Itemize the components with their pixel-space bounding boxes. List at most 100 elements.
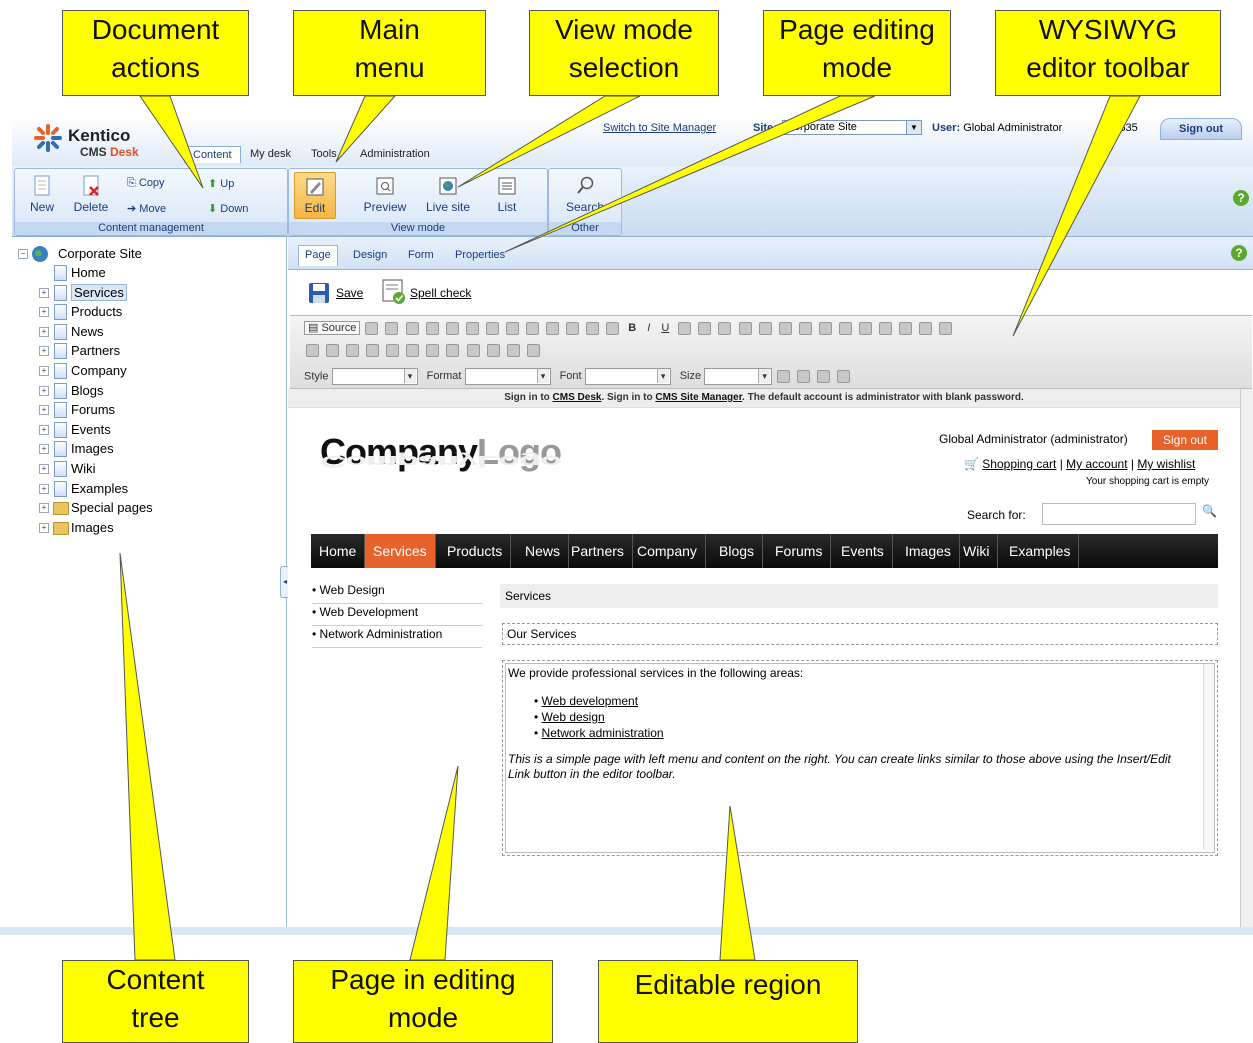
expand-icon[interactable]: + <box>39 366 49 376</box>
link-icon[interactable] <box>899 321 913 335</box>
size-select[interactable] <box>704 368 773 385</box>
format-select[interactable] <box>464 368 551 385</box>
tab-properties[interactable]: Properties <box>455 249 505 261</box>
remove-format-icon[interactable] <box>606 321 620 335</box>
new-button[interactable]: New <box>25 175 59 214</box>
indent-icon[interactable] <box>798 321 812 335</box>
tab-tools[interactable]: Tools <box>311 148 337 160</box>
cut-icon[interactable] <box>385 321 399 335</box>
tab-page[interactable]: Page <box>298 245 338 266</box>
horizontal-rule-icon[interactable] <box>366 344 380 357</box>
site-search-input[interactable] <box>1042 503 1196 525</box>
youtube-icon[interactable] <box>526 344 540 357</box>
collapse-icon[interactable]: − <box>18 249 28 259</box>
editable-region-title[interactable]: Our Services <box>502 623 1218 645</box>
expand-icon[interactable]: + <box>39 307 49 318</box>
print-icon[interactable] <box>485 321 499 335</box>
edit-view-button[interactable]: Edit <box>294 172 336 219</box>
maximize-icon[interactable] <box>817 370 831 383</box>
replace-icon[interactable] <box>566 321 580 335</box>
undo-icon[interactable] <box>505 321 519 335</box>
align-right-icon[interactable] <box>858 321 872 335</box>
underline-icon[interactable]: U <box>661 322 669 334</box>
nav-item[interactable]: Wiki <box>955 534 999 568</box>
source-button[interactable]: ▤ Source <box>304 321 361 335</box>
expand-icon[interactable]: + <box>39 503 49 514</box>
strike-icon[interactable] <box>678 321 692 335</box>
expand-icon[interactable]: + <box>39 385 49 396</box>
nav-item[interactable]: Images <box>897 534 960 568</box>
style-select[interactable] <box>331 368 418 385</box>
expand-icon[interactable]: + <box>39 424 49 435</box>
web-development-link[interactable]: Web development <box>542 694 639 708</box>
site-select[interactable]: Corporate Site ▼ <box>782 120 922 135</box>
nav-item[interactable]: Home <box>311 534 366 568</box>
select-all-icon[interactable] <box>586 321 600 335</box>
shopping-cart-link[interactable]: Shopping cart <box>982 457 1056 471</box>
tab-my-desk[interactable]: My desk <box>250 148 291 160</box>
web-design-link[interactable]: Web design <box>542 710 605 724</box>
align-center-icon[interactable] <box>838 321 852 335</box>
smiley-icon[interactable] <box>386 344 400 357</box>
help-icon[interactable]: ? <box>1231 245 1247 261</box>
media-icon[interactable] <box>326 344 340 357</box>
nav-item[interactable]: Company <box>629 534 706 568</box>
my-account-link[interactable]: My account <box>1066 457 1127 471</box>
tab-design[interactable]: Design <box>353 249 387 261</box>
left-menu-item[interactable]: • Web Design <box>312 583 482 604</box>
expand-icon[interactable]: + <box>39 483 49 494</box>
align-left-icon[interactable] <box>818 321 832 335</box>
form-icon[interactable] <box>446 344 460 357</box>
text-color-icon[interactable] <box>777 370 791 383</box>
nav-item[interactable]: Events <box>833 534 893 568</box>
show-blocks-icon[interactable] <box>837 370 851 383</box>
expand-icon[interactable]: + <box>39 287 49 298</box>
expand-icon[interactable]: + <box>39 405 49 416</box>
unlink-icon[interactable] <box>919 321 933 335</box>
editable-region-body[interactable]: We provide professional services in the … <box>505 663 1215 853</box>
move-button[interactable]: ➔ Move <box>127 202 166 215</box>
up-button[interactable]: ⬆ Up <box>208 177 234 190</box>
editable-region[interactable]: We provide professional services in the … <box>502 660 1218 856</box>
expand-icon[interactable]: + <box>39 326 49 337</box>
preview-icon[interactable] <box>365 321 379 335</box>
nav-item[interactable]: Examples <box>1001 534 1080 568</box>
tab-administration[interactable]: Administration <box>360 148 430 160</box>
nav-item[interactable]: Products <box>439 534 512 568</box>
table-icon[interactable] <box>346 344 360 357</box>
expand-icon[interactable]: + <box>39 346 49 357</box>
site-manager-link[interactable]: CMS Site Manager <box>655 392 742 403</box>
paste-word-icon[interactable] <box>465 321 479 335</box>
my-wishlist-link[interactable]: My wishlist <box>1137 457 1195 471</box>
expand-icon[interactable]: + <box>39 522 49 533</box>
expand-icon[interactable]: + <box>39 444 49 455</box>
outdent-icon[interactable] <box>778 321 792 335</box>
paste-icon[interactable] <box>425 321 439 335</box>
tab-content[interactable]: Content <box>184 146 241 163</box>
bold-icon[interactable]: B <box>628 322 636 334</box>
switch-to-site-manager-link[interactable]: Switch to Site Manager <box>603 122 716 134</box>
background-color-icon[interactable] <box>797 370 811 383</box>
cms-desk-link[interactable]: CMS Desk <box>553 392 602 403</box>
network-administration-link[interactable]: Network administration <box>542 726 664 740</box>
align-justify-icon[interactable] <box>878 321 892 335</box>
nav-item[interactable]: Partners <box>563 534 633 568</box>
live-site-button[interactable]: Live site <box>419 175 477 214</box>
anchor-icon[interactable] <box>939 321 953 335</box>
search-icon[interactable]: 🔍 <box>1202 504 1217 518</box>
star-icon[interactable] <box>506 344 520 357</box>
help-icon[interactable]: ? <box>1233 190 1249 206</box>
left-menu-item[interactable]: • Web Development <box>312 605 482 626</box>
nav-item[interactable]: News <box>517 534 570 568</box>
copy-icon[interactable] <box>405 321 419 335</box>
italic-icon[interactable]: I <box>647 322 650 334</box>
bulleted-list-icon[interactable] <box>758 321 772 335</box>
expand-icon[interactable]: + <box>39 464 49 474</box>
nav-item[interactable]: Forums <box>767 534 832 568</box>
page-break-icon[interactable] <box>426 344 440 357</box>
delete-button[interactable]: Delete <box>69 175 113 214</box>
sign-out-button[interactable]: Sign out <box>1160 118 1242 140</box>
web-part-icon[interactable] <box>486 344 500 357</box>
search-button[interactable]: Search <box>559 175 611 214</box>
image-icon[interactable] <box>306 344 319 357</box>
